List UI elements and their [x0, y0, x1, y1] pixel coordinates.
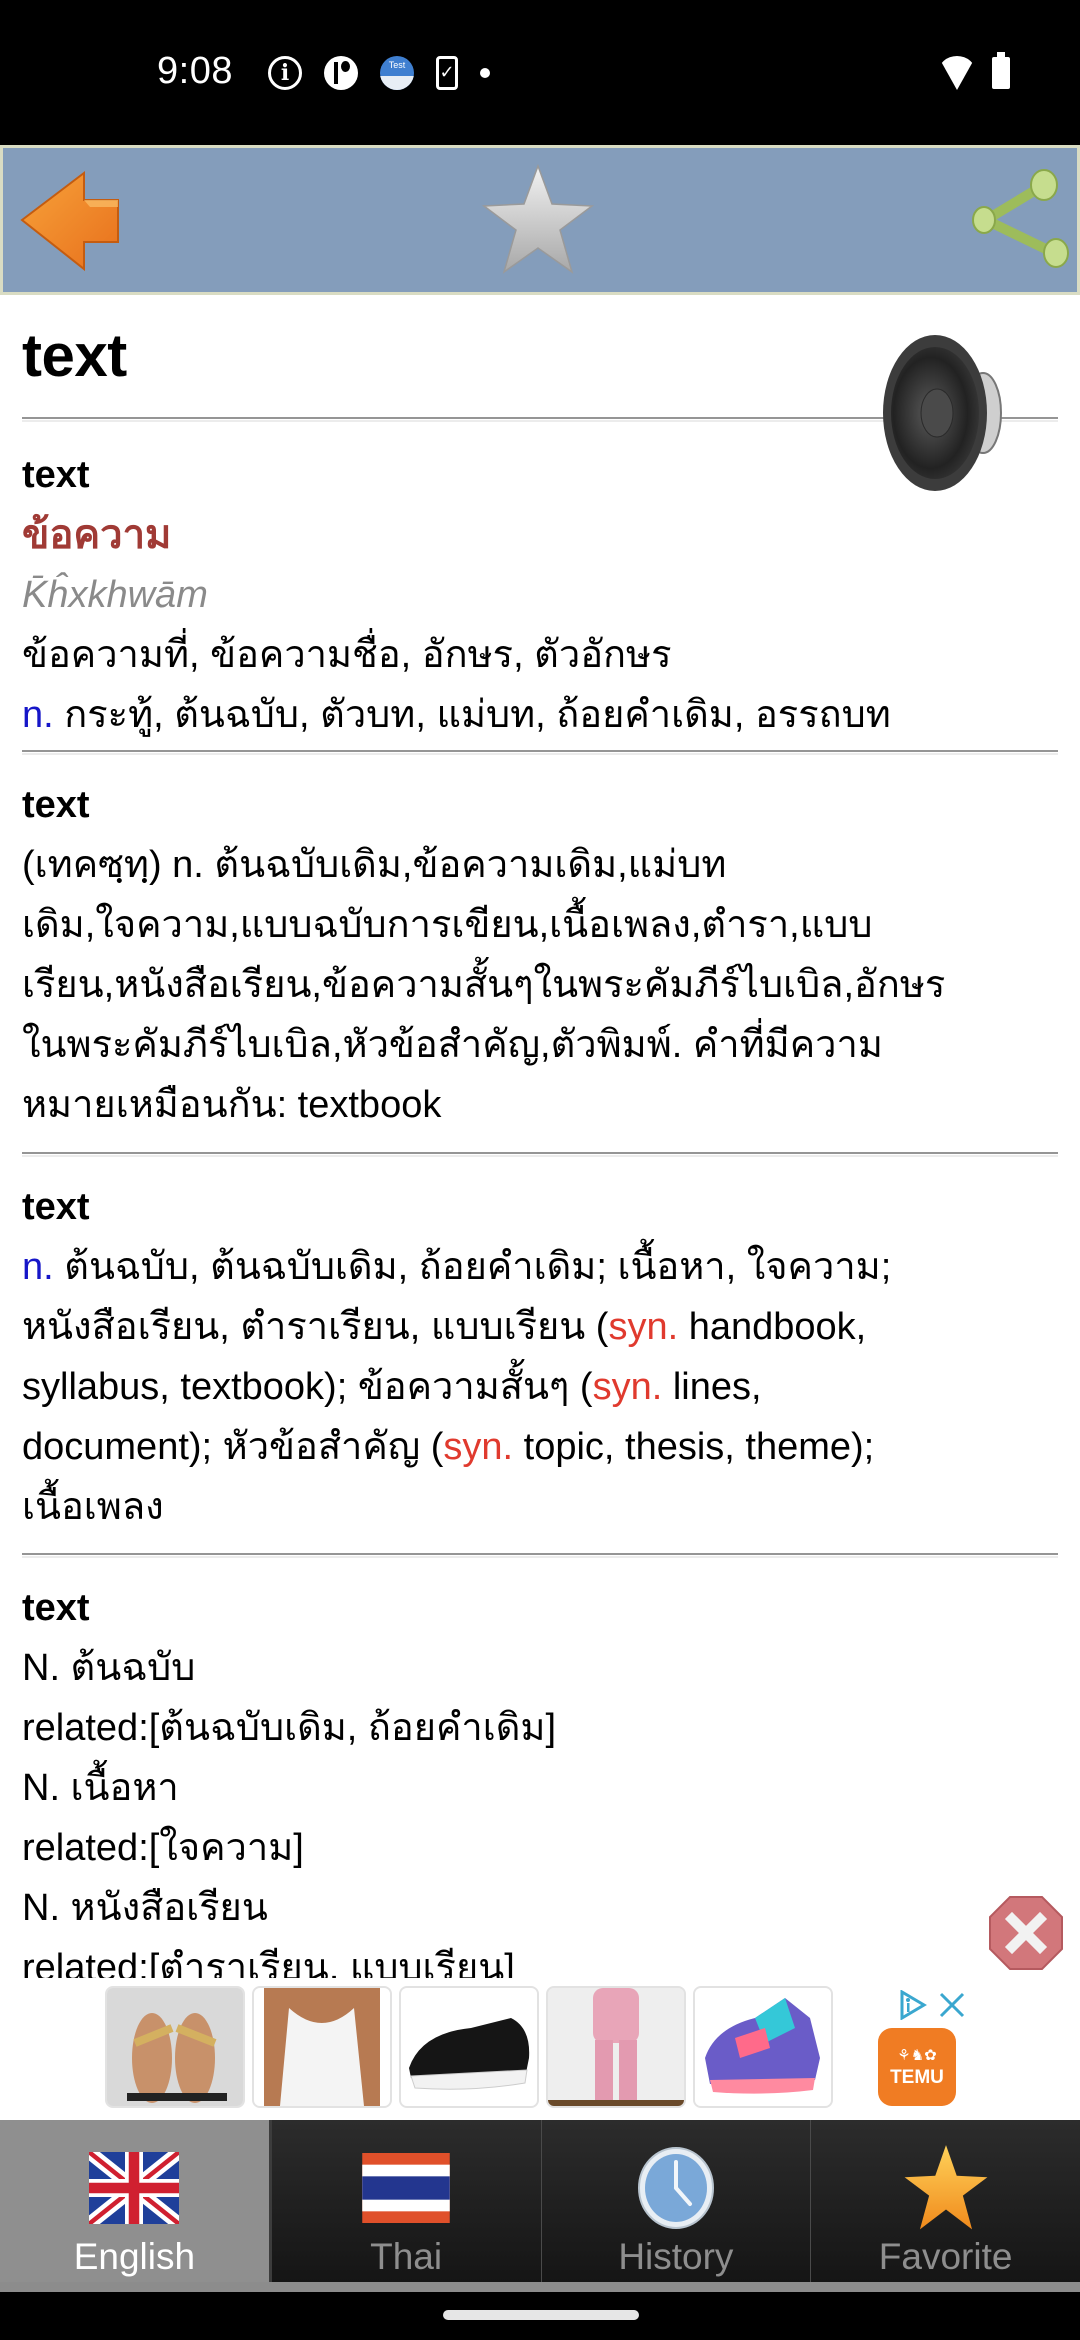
test-badge-text: Test	[388, 60, 406, 70]
star-icon	[900, 2142, 992, 2234]
entry-line: related:[ตำราเรียน, แบบเรียน]	[22, 1947, 515, 1978]
entry-line: ในพระคัมภีร์ไบเบิล,หัวข้อสำคัญ,ตัวพิมพ์.…	[22, 1024, 883, 1066]
entry-meanings: ข้อความที่, ข้อความชื่อ, อักษร, ตัวอักษร	[22, 634, 672, 676]
close-ad-icon	[989, 1896, 1063, 1970]
entry-line: N. ต้นฉบับ	[22, 1647, 196, 1689]
entry-line: เดิม,ใจความ,แบบฉบับการเขียน,เนื้อเพลง,ตำ…	[22, 904, 873, 946]
synonym-marker: syn.	[592, 1366, 663, 1408]
clock-icon	[630, 2142, 722, 2234]
entry-2: text (เทคซฺทฺ) n. ต้นฉบับเดิม,ข้อความเดิ…	[22, 775, 1062, 1135]
app-notification-icon	[324, 56, 358, 90]
tab-label: Favorite	[878, 2236, 1013, 2277]
entry-line: N. เนื้อหา	[22, 1767, 179, 1809]
temu-glyphs: ⚘♞✿	[897, 2047, 937, 2064]
ad-banner[interactable]: ⚘♞✿ TEMU	[0, 1978, 1080, 2120]
phone-check-icon: ✓	[436, 56, 458, 90]
system-gesture-area	[0, 2292, 1080, 2340]
tab-thai[interactable]: Thai	[271, 2120, 542, 2282]
status-time: 9:08	[157, 50, 233, 92]
bottom-nav: English Thai History Favorite	[0, 2120, 1080, 2292]
part-of-speech: n.	[22, 1246, 54, 1288]
tab-label: Thai	[370, 2236, 443, 2277]
divider	[22, 750, 1058, 752]
status-icons-left: i Test ✓	[268, 56, 490, 90]
wifi-icon	[938, 56, 976, 90]
entry-text-segment: หนังสือเรียน, ตำราเรียน, แบบเรียน (	[22, 1306, 609, 1348]
divider	[22, 1553, 1058, 1555]
entry-text-segment: handbook,	[678, 1306, 867, 1348]
entry-text-segment: ต้นฉบับ, ต้นฉบับเดิม, ถ้อยคำเดิม; เนื้อห…	[53, 1246, 892, 1288]
toolbar	[0, 145, 1080, 295]
temu-brand: TEMU	[890, 2067, 944, 2088]
entry-word: text	[22, 454, 90, 496]
tab-label: English	[73, 2236, 196, 2277]
back-button[interactable]	[9, 148, 129, 292]
home-gesture-handle[interactable]	[443, 2310, 639, 2320]
ad-product-black-sneakers[interactable]	[399, 1986, 539, 2108]
synonym-marker: syn.	[608, 1306, 679, 1348]
headword-title: text	[22, 322, 127, 389]
share-button[interactable]	[957, 148, 1077, 292]
entry-line: N. หนังสือเรียน	[22, 1887, 268, 1929]
favorite-button[interactable]	[473, 148, 603, 292]
ad-dismiss-icon[interactable]	[938, 1991, 966, 2019]
divider	[22, 1152, 1058, 1154]
entry-line: related:[ต้นฉบับเดิม, ถ้อยคำเดิม]	[22, 1707, 557, 1749]
entry-text-segment: syllabus, textbook); ข้อความสั้นๆ (	[22, 1366, 593, 1408]
uk-flag-icon	[88, 2142, 180, 2234]
tab-label: History	[618, 2236, 734, 2277]
back-arrow-icon	[20, 170, 119, 272]
ad-product-tiles	[105, 1986, 833, 2108]
entry-3: text n. ต้นฉบับ, ต้นฉบับเดิม, ถ้อยคำเดิม…	[22, 1177, 1062, 1537]
thai-flag-icon	[360, 2142, 452, 2234]
entry-word: text	[22, 784, 90, 826]
ad-product-sandals[interactable]	[105, 1986, 245, 2108]
share-icon	[972, 169, 1069, 268]
entry-line: (เทคซฺทฺ) n. ต้นฉบับเดิม,ข้อความเดิม,แม่…	[22, 844, 727, 886]
entry-line: หมายเหมือนกัน: textbook	[22, 1084, 442, 1126]
ad-product-pink-tracksuit[interactable]	[546, 1986, 686, 2108]
entry-line: เรียน,หนังสือเรียน,ข้อความสั้นๆในพระคัมภ…	[22, 964, 946, 1006]
tab-favorite[interactable]: Favorite	[811, 2120, 1080, 2282]
pos-meanings: กระทู้, ต้นฉบับ, ตัวบท, แม่บท, ถ้อยคำเดิ…	[53, 694, 891, 736]
entry-word: text	[22, 1587, 90, 1629]
battery-charging-icon	[992, 52, 1010, 89]
entry-word: text	[22, 1186, 90, 1228]
status-bar: 9:08 i Test ✓	[0, 0, 1080, 145]
ad-choices	[898, 1990, 966, 2020]
entry-text-segment: lines,	[662, 1366, 762, 1408]
synonym-marker: syn.	[443, 1426, 514, 1468]
entry-transliteration: K̄ĥxkhwām	[22, 574, 208, 616]
entry-4: text N. ต้นฉบับ related:[ต้นฉบับเดิม, ถ้…	[22, 1578, 1062, 1978]
entry-text-segment: เนื้อเพลง	[22, 1486, 164, 1528]
entry-text-segment: topic, thesis, theme);	[513, 1426, 875, 1468]
entry-pos-line: n. กระทู้, ต้นฉบับ, ตัวบท, แม่บท, ถ้อยคำ…	[22, 685, 1062, 745]
entry-line: related:[ใจความ]	[22, 1827, 304, 1869]
info-icon: i	[268, 56, 302, 90]
adchoices-icon[interactable]	[898, 1990, 928, 2020]
tab-english[interactable]: English	[0, 2120, 272, 2282]
entry-1: text ข้อความ K̄ĥxkhwām ข้อความที่, ข้อคว…	[22, 445, 1062, 745]
status-icons-right	[938, 52, 1010, 90]
entry-text-segment: document); หัวข้อสำคัญ (	[22, 1426, 444, 1468]
tab-history[interactable]: History	[541, 2120, 812, 2282]
entry-thai-headword: ข้อความ	[22, 513, 172, 557]
part-of-speech: n.	[22, 694, 54, 736]
test-app-icon: Test	[380, 56, 414, 90]
ad-product-colorful-sneakers[interactable]	[693, 1986, 833, 2108]
more-dot-icon	[480, 68, 490, 78]
close-ad-button[interactable]	[988, 1895, 1064, 1971]
dictionary-content[interactable]: text text ข้อความ K̄ĥxkhwām ข้อความที่, …	[0, 295, 1080, 1978]
ad-product-tank-top[interactable]	[252, 1986, 392, 2108]
star-icon	[481, 163, 595, 274]
entry-body: n. ต้นฉบับ, ต้นฉบับเดิม, ถ้อยคำเดิม; เนื…	[22, 1237, 1062, 1537]
temu-logo[interactable]: ⚘♞✿ TEMU	[878, 2028, 956, 2106]
